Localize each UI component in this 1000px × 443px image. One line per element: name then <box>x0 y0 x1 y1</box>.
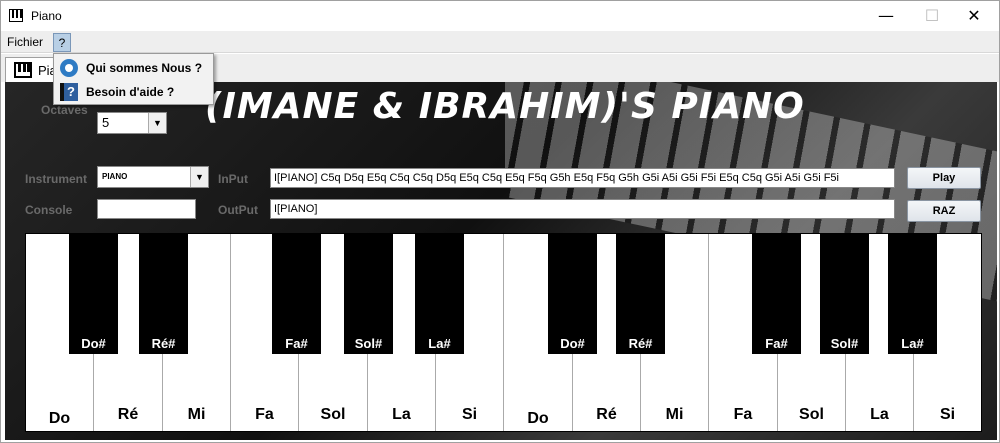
play-button[interactable]: Play <box>907 167 981 189</box>
piano-app-icon <box>9 9 23 22</box>
instrument-select[interactable]: PIANO ▼ <box>97 166 209 188</box>
menu-item-label: Besoin d'aide ? <box>86 85 175 99</box>
reset-button[interactable]: RAZ <box>907 200 981 222</box>
instrument-label: Instrument <box>25 172 88 186</box>
black-key[interactable]: Do# <box>69 234 118 354</box>
output-field[interactable]: I[PIANO] <box>270 199 895 219</box>
maximize-button[interactable]: ☐ <box>909 1 955 31</box>
title-bar: Piano — ☐ ✕ <box>1 1 999 31</box>
black-key[interactable]: Fa# <box>272 234 321 354</box>
black-key[interactable]: La# <box>415 234 464 354</box>
banner-title: (IMANE & IBRAHIM)'S PIANO <box>205 86 805 127</box>
octaves-label: Octaves <box>41 103 88 117</box>
instrument-value: PIANO <box>102 172 128 181</box>
console-label: Console <box>25 203 73 217</box>
black-key[interactable]: Fa# <box>752 234 801 354</box>
help-menu-popup: Qui sommes Nous ? ? Besoin d'aide ? <box>53 53 214 105</box>
window-title: Piano <box>31 9 62 23</box>
menu-item-help[interactable]: ? Besoin d'aide ? <box>56 81 213 103</box>
minimize-button[interactable]: — <box>863 1 909 31</box>
input-field[interactable]: I[PIANO] C5q D5q E5q C5q C5q D5q E5q C5q… <box>270 168 895 188</box>
console-field[interactable] <box>97 199 196 219</box>
menu-fichier[interactable]: Fichier <box>3 33 47 52</box>
chevron-down-icon[interactable]: ▼ <box>190 167 208 187</box>
main-panel: (IMANE & IBRAHIM)'S PIANO Octaves 5 ▼ In… <box>5 82 997 440</box>
black-key[interactable]: Sol# <box>344 234 393 354</box>
people-icon <box>60 59 78 77</box>
menu-help[interactable]: ? <box>53 33 71 52</box>
octaves-select[interactable]: 5 ▼ <box>97 112 167 134</box>
close-button[interactable]: ✕ <box>951 1 997 31</box>
black-key[interactable]: La# <box>888 234 937 354</box>
menu-bar: Fichier ? <box>1 31 999 53</box>
piano-icon <box>14 62 32 78</box>
menu-item-about[interactable]: Qui sommes Nous ? <box>56 57 213 79</box>
menu-item-label: Qui sommes Nous ? <box>86 61 203 75</box>
piano-keyboard: Do Ré Mi Fa Sol La Si Do Ré Mi Fa Sol La… <box>25 233 982 432</box>
black-key[interactable]: Ré# <box>616 234 665 354</box>
black-key[interactable]: Do# <box>548 234 597 354</box>
black-key[interactable]: Sol# <box>820 234 869 354</box>
output-label: OutPut <box>218 203 258 217</box>
chevron-down-icon[interactable]: ▼ <box>148 113 166 133</box>
piano-window: Piano — ☐ ✕ Fichier ? Pia (IMANE & IBRAH… <box>0 0 1000 443</box>
help-icon: ? <box>60 83 78 101</box>
black-key[interactable]: Ré# <box>139 234 188 354</box>
input-label: InPut <box>218 172 248 186</box>
octaves-value: 5 <box>102 115 110 130</box>
